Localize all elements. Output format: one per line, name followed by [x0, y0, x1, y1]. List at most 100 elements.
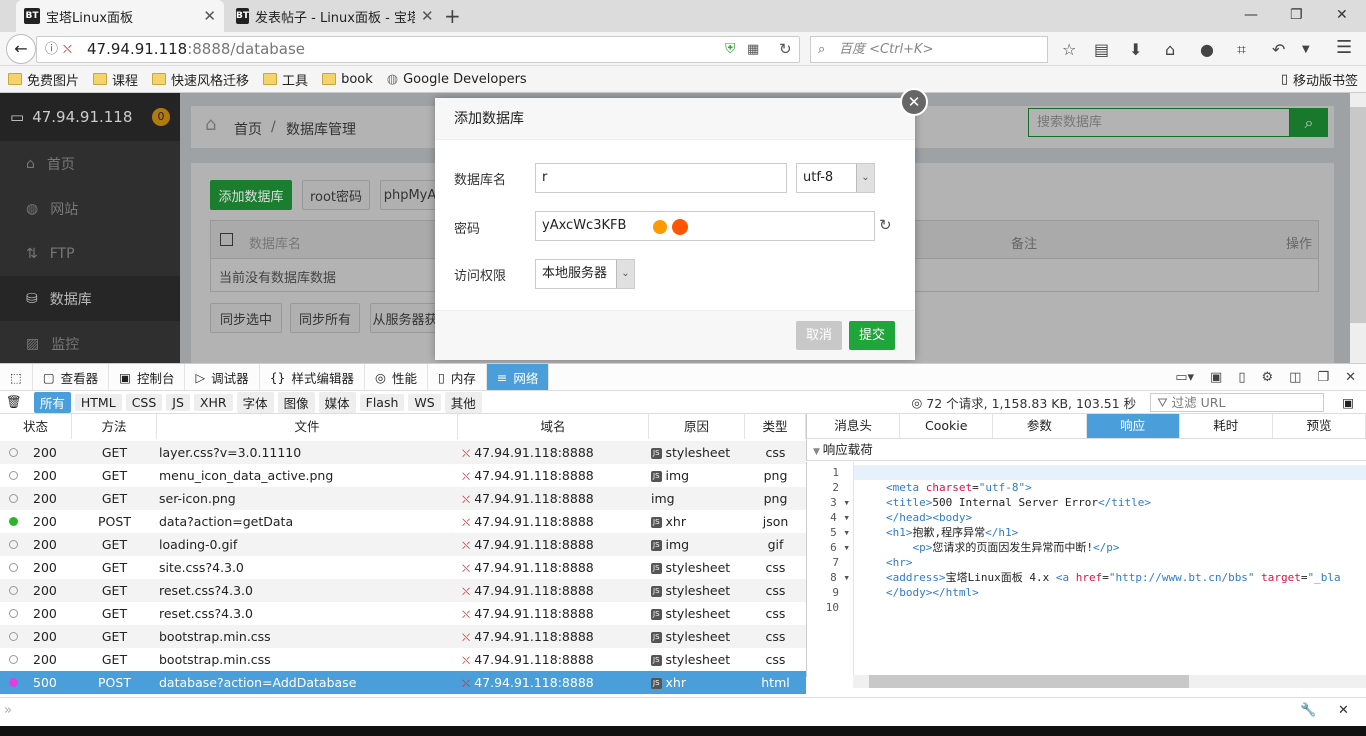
sync-all-button[interactable]: 同步所有	[290, 303, 360, 333]
tab-cookies[interactable]: Cookie	[900, 414, 994, 438]
responsive-icon[interactable]: ▯	[1238, 370, 1245, 385]
filter-css[interactable]: CSS	[125, 393, 163, 411]
column-cause[interactable]: 原因	[649, 414, 745, 439]
database-search-input[interactable]: 搜索数据库	[1028, 108, 1290, 137]
column-file[interactable]: 文件	[157, 414, 458, 439]
filter-media[interactable]: 媒体	[318, 391, 356, 413]
tab-headers[interactable]: 消息头	[807, 414, 901, 438]
filter-flash[interactable]: Flash	[359, 393, 405, 411]
dock-side-icon[interactable]: ◫	[1289, 370, 1301, 385]
trash-icon[interactable]: 🗑	[6, 394, 22, 410]
close-window-icon[interactable]: ✕	[1336, 7, 1348, 23]
tab-response[interactable]: 响应	[1086, 414, 1180, 438]
wrench-icon[interactable]: 🔧	[1300, 703, 1316, 718]
sidebar-item-database[interactable]: ⛁ 数据库	[0, 276, 180, 321]
sidebar-item-ftp[interactable]: ⇅ FTP	[0, 231, 180, 276]
response-payload-section[interactable]: ▼ 响应载荷	[806, 439, 1366, 461]
request-row[interactable]: 200 GET bootstrap.min.css ⛌ 47.94.91.118:888…	[0, 625, 806, 648]
back-button[interactable]: ←	[6, 34, 36, 64]
filter-url-input[interactable]: ⛛ 过滤 URL	[1150, 392, 1325, 412]
close-devtools-icon[interactable]: ✕	[1345, 370, 1356, 385]
bookmark-folder[interactable]: 工具	[263, 70, 308, 89]
reading-list-icon[interactable]: ▤	[1094, 40, 1109, 59]
tab-debugger[interactable]: ▷ 调试器	[185, 364, 260, 390]
bookmark-link[interactable]: ◍ Google Developers	[387, 72, 527, 87]
sidebar-item-monitor[interactable]: ▨ 监控	[0, 321, 180, 366]
filter-images[interactable]: 图像	[277, 391, 315, 413]
menu-icon[interactable]: ☰	[1336, 37, 1352, 58]
dock-icon[interactable]: ▭▾	[1175, 370, 1194, 385]
search-button[interactable]: ⌕	[1290, 108, 1328, 137]
search-input[interactable]: ⌕ 百度 <Ctrl+K>	[810, 36, 1048, 63]
url-bar[interactable]: ⓘ ⛌ 47.94.91.118:8888/database ⛨ ▦ ↻	[36, 36, 800, 63]
chat-icon[interactable]: ●	[1200, 40, 1214, 59]
bookmark-folder[interactable]: 快速风格迁移	[152, 70, 249, 89]
tab-memory[interactable]: ▯ 内存	[428, 364, 487, 390]
bookmark-folder[interactable]: 免费图片	[8, 70, 79, 89]
new-tab-button[interactable]: +	[444, 4, 461, 28]
console-input[interactable]: » 🔧 ✕	[0, 697, 1366, 726]
response-code-viewer[interactable]: 1 2 <meta charset="utf-8"> 3 ▾ <title>500 In…	[806, 462, 1366, 677]
import-from-server-button[interactable]: 从服务器获	[370, 303, 440, 333]
toggle-sidebar-icon[interactable]: ▣	[1342, 395, 1354, 410]
qr-code-icon[interactable]: ▦	[747, 37, 759, 62]
request-row[interactable]: 200 GET site.css?4.3.0 ⛌ 47.94.91.118:8888 JS…	[0, 556, 806, 579]
database-name-input[interactable]: r	[535, 163, 787, 193]
request-row[interactable]: 200 GET layer.css?v=3.0.11110 ⛌ 47.94.91.118…	[0, 441, 806, 464]
sync-selected-button[interactable]: 同步选中	[210, 303, 282, 333]
split-console-icon[interactable]: ▣	[1210, 370, 1222, 385]
request-row[interactable]: 200 GET loading-0.gif ⛌ 47.94.91.118:8888 JS i…	[0, 533, 806, 556]
close-dialog-icon[interactable]: ✕	[900, 88, 928, 116]
sidebar-item-home[interactable]: ⌂ 首页	[0, 141, 180, 186]
bookmark-folder[interactable]: book	[322, 72, 373, 87]
request-row[interactable]: 200 GET reset.css?4.3.0 ⛌ 47.94.91.118:8888 J…	[0, 602, 806, 625]
request-row[interactable]: 200 GET ser-icon.png ⛌ 47.94.91.118:8888 img p…	[0, 487, 806, 510]
column-method[interactable]: 方法	[72, 414, 157, 439]
tab-style-editor[interactable]: {} 样式编辑器	[260, 364, 366, 390]
close-console-icon[interactable]: ✕	[1338, 703, 1349, 718]
close-tab-icon[interactable]: ✕	[203, 7, 216, 25]
filter-js[interactable]: JS	[166, 393, 190, 411]
undo-icon[interactable]: ↶	[1272, 40, 1285, 59]
add-database-button[interactable]: 添加数据库	[210, 180, 292, 210]
page-scrollbar[interactable]	[1350, 93, 1366, 363]
minimize-icon[interactable]: —	[1244, 7, 1258, 23]
root-password-button[interactable]: root密码	[302, 180, 370, 210]
password-input[interactable]: yAxcWc3KFB	[535, 211, 875, 241]
sidebar-item-website[interactable]: ◍ 网站	[0, 186, 180, 231]
column-status[interactable]: 状态	[0, 414, 72, 439]
tab-console[interactable]: ▣ 控制台	[109, 364, 186, 390]
regenerate-password-icon[interactable]: ↻	[879, 216, 892, 234]
access-select[interactable]: 本地服务器 ⌄	[535, 259, 635, 289]
column-domain[interactable]: 域名	[458, 414, 649, 439]
bookmark-folder[interactable]: 课程	[93, 70, 138, 89]
charset-select[interactable]: utf-8 ⌄	[796, 163, 875, 193]
request-row[interactable]: 200 GET menu_icon_data_active.png ⛌ 47.94.91…	[0, 464, 806, 487]
tab-performance[interactable]: ◎ 性能	[365, 364, 428, 390]
code-horizontal-scrollbar[interactable]	[853, 675, 1366, 688]
select-all-checkbox[interactable]	[220, 233, 233, 246]
filter-xhr[interactable]: XHR	[193, 393, 233, 411]
browser-tab-active[interactable]: BT 宝塔Linux面板 ✕	[16, 0, 224, 32]
filter-ws[interactable]: WS	[408, 393, 441, 411]
filter-html[interactable]: HTML	[74, 393, 122, 411]
request-row[interactable]: 200 GET reset.css?4.3.0 ⛌ 47.94.91.118:8888 J…	[0, 579, 806, 602]
filter-fonts[interactable]: 字体	[236, 391, 274, 413]
undock-icon[interactable]: ❐	[1317, 370, 1329, 385]
mobile-bookmarks[interactable]: ▯ 移动版书签	[1281, 70, 1358, 89]
request-row[interactable]: 500 POST database?action=AddDatabase ⛌ 47.94…	[0, 671, 806, 694]
crop-icon[interactable]: ⌗	[1237, 40, 1246, 60]
tab-network[interactable]: ≡ 网络	[486, 364, 550, 390]
cancel-button[interactable]: 取消	[796, 321, 842, 350]
shield-icon[interactable]: ⛨	[725, 37, 736, 62]
dropdown-icon[interactable]: ▼	[1302, 44, 1310, 55]
browser-tab[interactable]: BT 发表帖子 - Linux面板 - 宝塔 ✕	[228, 0, 434, 32]
download-icon[interactable]: ⬇	[1129, 40, 1142, 59]
breadcrumb-home[interactable]: 首页	[234, 119, 262, 139]
request-row[interactable]: 200 GET bootstrap.min.css ⛌ 47.94.91.118:888…	[0, 648, 806, 671]
filter-all[interactable]: 所有	[33, 391, 71, 413]
filter-other[interactable]: 其他	[444, 391, 482, 413]
tab-params[interactable]: 参数	[993, 414, 1087, 438]
tab-timings[interactable]: 耗时	[1180, 414, 1273, 438]
reload-icon[interactable]: ↻	[779, 37, 792, 62]
